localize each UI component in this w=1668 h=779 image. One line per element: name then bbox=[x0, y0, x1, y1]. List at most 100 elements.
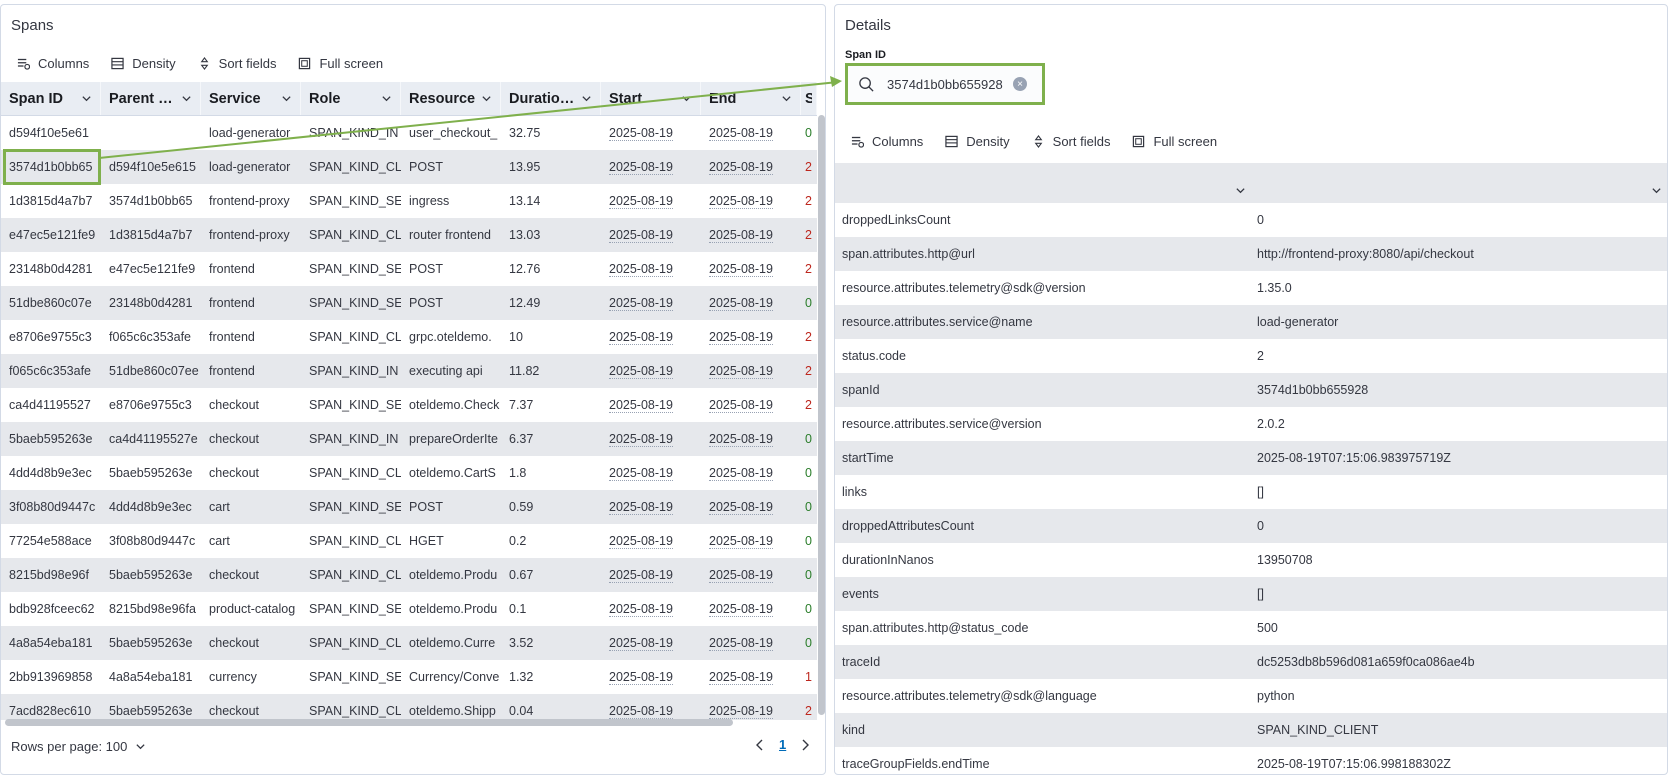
table-cell[interactable]: 2025-08-19 bbox=[701, 286, 801, 320]
detail-row[interactable]: startTime 2025-08-19T07:15:06.983975719Z bbox=[835, 441, 1667, 475]
table-cell[interactable]: frontend bbox=[201, 354, 301, 388]
table-cell[interactable]: SPAN_KIND_SE bbox=[301, 252, 401, 286]
table-cell[interactable]: 12.49 bbox=[501, 286, 601, 320]
table-cell[interactable]: SPAN_KIND_IN bbox=[301, 354, 401, 388]
table-cell[interactable]: 2025-08-19 bbox=[601, 150, 701, 184]
table-cell[interactable]: 0 bbox=[801, 626, 817, 660]
table-cell[interactable]: 2025-08-19 bbox=[701, 626, 801, 660]
detail-row[interactable]: traceGroupFields.endTime 2025-08-19T07:15… bbox=[835, 747, 1667, 774]
table-cell[interactable]: 0.1 bbox=[501, 592, 601, 626]
table-cell[interactable]: 2 bbox=[801, 320, 817, 354]
detail-row[interactable]: spanId 3574d1b0bb655928 bbox=[835, 373, 1667, 407]
table-cell[interactable]: user_checkout_ bbox=[401, 116, 501, 150]
table-cell[interactable]: 0 bbox=[801, 524, 817, 558]
table-cell[interactable]: ingress bbox=[401, 184, 501, 218]
table-cell[interactable]: 0 bbox=[801, 286, 817, 320]
table-cell[interactable]: checkout bbox=[201, 422, 301, 456]
details-density-button[interactable]: Density bbox=[945, 134, 1010, 149]
density-button[interactable]: Density bbox=[111, 56, 176, 71]
table-cell[interactable]: SPAN_KIND_SE bbox=[301, 286, 401, 320]
table-cell[interactable]: 2025-08-19 bbox=[601, 490, 701, 524]
detail-row[interactable]: resource.attributes.telemetry@sdk@langua… bbox=[835, 679, 1667, 713]
table-cell[interactable]: 0.2 bbox=[501, 524, 601, 558]
table-cell[interactable]: 5baeb595263e bbox=[101, 456, 201, 490]
table-cell[interactable]: 2025-08-19 bbox=[701, 592, 801, 626]
table-cell[interactable]: ca4d41195527e bbox=[101, 422, 201, 456]
table-cell[interactable]: checkout bbox=[201, 456, 301, 490]
table-cell[interactable]: 10 bbox=[501, 320, 601, 354]
table-cell[interactable]: 2025-08-19 bbox=[601, 388, 701, 422]
table-cell[interactable]: 2025-08-19 bbox=[601, 558, 701, 592]
table-cell[interactable]: 0 bbox=[801, 490, 817, 524]
detail-row[interactable]: kind SPAN_KIND_CLIENT bbox=[835, 713, 1667, 747]
table-cell[interactable]: 0 bbox=[801, 116, 817, 150]
table-cell[interactable] bbox=[101, 116, 201, 150]
table-row[interactable]: 1d3815d4a7b7 3574d1b0bb65 frontend-proxy SP… bbox=[1, 184, 817, 218]
table-cell[interactable]: SPAN_KIND_SE bbox=[301, 592, 401, 626]
table-cell[interactable]: f065c6c353afe bbox=[1, 354, 101, 388]
table-cell[interactable]: 2025-08-19 bbox=[701, 252, 801, 286]
detail-row[interactable]: durationInNanos 13950708 bbox=[835, 543, 1667, 577]
column-header[interactable]: Resource bbox=[401, 82, 501, 115]
table-cell[interactable]: 2025-08-19 bbox=[601, 626, 701, 660]
table-cell[interactable]: 0.67 bbox=[501, 558, 601, 592]
table-row[interactable]: 4dd4d8b9e3ec 5baeb595263e checkout SPAN_KIN… bbox=[1, 456, 817, 490]
rows-per-page-selector[interactable]: Rows per page: 100 bbox=[11, 739, 146, 754]
table-cell[interactable]: 2025-08-19 bbox=[601, 660, 701, 694]
table-cell[interactable]: 2 bbox=[801, 252, 817, 286]
table-cell[interactable]: bdb928fceec62 bbox=[1, 592, 101, 626]
table-cell[interactable]: 2 bbox=[801, 218, 817, 252]
table-cell[interactable]: 0.59 bbox=[501, 490, 601, 524]
table-cell[interactable]: 2025-08-19 bbox=[701, 422, 801, 456]
table-cell[interactable]: 2025-08-19 bbox=[601, 218, 701, 252]
table-cell[interactable]: 2 bbox=[801, 184, 817, 218]
table-cell[interactable]: executing api bbox=[401, 354, 501, 388]
table-cell[interactable]: frontend bbox=[201, 320, 301, 354]
clear-search-icon[interactable]: × bbox=[1013, 77, 1027, 91]
table-cell[interactable]: 2025-08-19 bbox=[701, 320, 801, 354]
table-cell[interactable]: POST bbox=[401, 150, 501, 184]
table-row[interactable]: d594f10e5e61 load-generator SPAN_KIND_IN us… bbox=[1, 116, 817, 150]
table-cell[interactable]: SPAN_KIND_CLI bbox=[301, 558, 401, 592]
table-cell[interactable]: 2 bbox=[801, 694, 817, 720]
table-cell[interactable]: e8706e9755c3 bbox=[101, 388, 201, 422]
column-header[interactable]: S bbox=[801, 82, 817, 115]
table-cell[interactable]: 2025-08-19 bbox=[701, 524, 801, 558]
column-header[interactable]: Parent S... bbox=[101, 82, 201, 115]
table-cell[interactable]: 3574d1b0bb65 bbox=[101, 184, 201, 218]
table-cell[interactable]: 2bb913969858 bbox=[1, 660, 101, 694]
table-cell[interactable]: 2025-08-19 bbox=[601, 320, 701, 354]
table-cell[interactable]: load-generator bbox=[201, 116, 301, 150]
table-cell[interactable]: 2025-08-19 bbox=[601, 184, 701, 218]
table-cell[interactable]: 2 bbox=[801, 388, 817, 422]
detail-row[interactable]: droppedLinksCount 0 bbox=[835, 203, 1667, 237]
table-cell[interactable]: 2025-08-19 bbox=[701, 694, 801, 720]
column-header[interactable]: Service bbox=[201, 82, 301, 115]
table-cell[interactable]: 7.37 bbox=[501, 388, 601, 422]
table-cell[interactable]: SPAN_KIND_SE bbox=[301, 660, 401, 694]
table-row[interactable]: 77254e588ace 3f08b80d9447c cart SPAN_KIND_C… bbox=[1, 524, 817, 558]
table-cell[interactable]: 2025-08-19 bbox=[701, 660, 801, 694]
detail-row[interactable]: traceId dc5253db8b596d081a659f0ca086ae4b bbox=[835, 645, 1667, 679]
table-cell[interactable]: cart bbox=[201, 524, 301, 558]
table-cell[interactable]: 32.75 bbox=[501, 116, 601, 150]
table-row[interactable]: 2bb913969858 4a8a54eba181 currency SPAN_KIN… bbox=[1, 660, 817, 694]
table-cell[interactable]: SPAN_KIND_SE bbox=[301, 490, 401, 524]
table-cell[interactable]: 3f08b80d9447c bbox=[1, 490, 101, 524]
table-row[interactable]: 3574d1b0bb65 d594f10e5e615 load-generator S… bbox=[1, 150, 817, 184]
table-cell[interactable]: 5baeb595263e bbox=[101, 558, 201, 592]
details-full-screen-button[interactable]: Full screen bbox=[1132, 134, 1217, 149]
previous-page-icon[interactable] bbox=[753, 738, 767, 752]
table-cell[interactable]: e8706e9755c3 bbox=[1, 320, 101, 354]
details-value-column-header[interactable] bbox=[1249, 163, 1667, 203]
table-cell[interactable]: SPAN_KIND_CLI bbox=[301, 626, 401, 660]
column-header[interactable]: Start bbox=[601, 82, 701, 115]
table-cell[interactable]: SPAN_KIND_CLI bbox=[301, 320, 401, 354]
table-cell[interactable]: 11.82 bbox=[501, 354, 601, 388]
detail-row[interactable]: span.attributes.http@status_code 500 bbox=[835, 611, 1667, 645]
table-cell[interactable]: 77254e588ace bbox=[1, 524, 101, 558]
details-key-column-header[interactable] bbox=[835, 163, 1249, 203]
table-cell[interactable]: 2 bbox=[801, 354, 817, 388]
page-number-button[interactable]: 1 bbox=[779, 737, 786, 752]
detail-row[interactable]: span.attributes.http@url http://frontend-… bbox=[835, 237, 1667, 271]
